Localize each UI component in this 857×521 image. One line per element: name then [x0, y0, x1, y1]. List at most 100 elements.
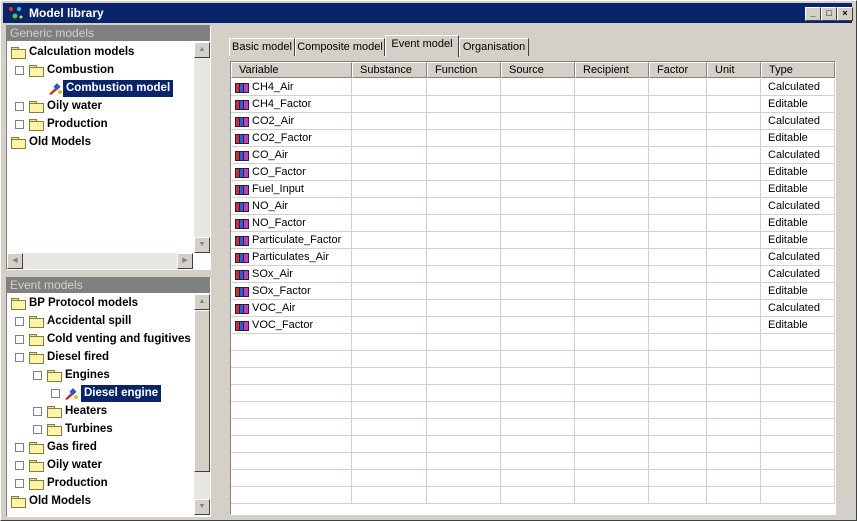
table-cell[interactable]	[575, 79, 649, 96]
type-cell[interactable]: Calculated	[761, 300, 835, 317]
tree-node[interactable]: Oily water	[7, 98, 194, 115]
table-row[interactable]: CO_Air Calculated	[231, 147, 835, 164]
type-cell[interactable]: Editable	[761, 215, 835, 232]
column-header-recipient[interactable]: Recipient	[575, 62, 649, 78]
table-cell[interactable]	[427, 249, 501, 266]
table-cell[interactable]	[352, 300, 427, 317]
table-cell[interactable]	[649, 249, 707, 266]
table-row[interactable]: Particulate_Factor Editable	[231, 232, 835, 249]
table-row[interactable]: CO_Factor Editable	[231, 164, 835, 181]
table-cell[interactable]	[501, 147, 575, 164]
type-cell[interactable]: Calculated	[761, 147, 835, 164]
table-cell[interactable]	[707, 300, 761, 317]
table-cell[interactable]	[707, 79, 761, 96]
table-cell[interactable]	[575, 249, 649, 266]
tree-node[interactable]: Combustion	[7, 62, 194, 79]
table-row[interactable]: NO_Air Calculated	[231, 198, 835, 215]
table-cell[interactable]	[501, 232, 575, 249]
event-vertical-scrollbar[interactable]: ▲ ▼	[194, 294, 210, 515]
table-cell[interactable]	[427, 181, 501, 198]
table-cell[interactable]	[707, 113, 761, 130]
tree-node[interactable]: Cold venting and fugitives	[7, 331, 194, 348]
table-cell[interactable]	[427, 215, 501, 232]
variable-cell[interactable]: NO_Air	[231, 198, 352, 215]
scroll-down-button[interactable]: ▼	[194, 237, 210, 253]
tree-node[interactable]: Diesel engine	[7, 384, 194, 403]
tree-node[interactable]: Engines	[7, 367, 194, 384]
table-cell[interactable]	[501, 215, 575, 232]
variable-cell[interactable]: CH4_Factor	[231, 96, 352, 113]
tree-node[interactable]: Combustion model	[7, 79, 194, 98]
table-cell[interactable]	[649, 113, 707, 130]
table-cell[interactable]	[649, 181, 707, 198]
table-row[interactable]: CO2_Air Calculated	[231, 113, 835, 130]
table-row[interactable]: SOx_Factor Editable	[231, 283, 835, 300]
tree-node[interactable]: Turbines	[7, 421, 194, 438]
table-row[interactable]: Particulates_Air Calculated	[231, 249, 835, 266]
table-cell[interactable]	[575, 181, 649, 198]
table-cell[interactable]	[501, 198, 575, 215]
table-cell[interactable]	[575, 147, 649, 164]
scroll-thumb[interactable]	[194, 310, 210, 472]
type-cell[interactable]: Calculated	[761, 198, 835, 215]
column-header-type[interactable]: Type	[761, 62, 835, 78]
table-row[interactable]: VOC_Air Calculated	[231, 300, 835, 317]
type-cell[interactable]: Editable	[761, 130, 835, 147]
table-cell[interactable]	[575, 317, 649, 334]
table-cell[interactable]	[501, 249, 575, 266]
table-cell[interactable]	[575, 215, 649, 232]
tree-node[interactable]: Old Models	[7, 134, 194, 151]
expand-icon[interactable]	[33, 425, 42, 434]
table-cell[interactable]	[352, 266, 427, 283]
table-cell[interactable]	[707, 283, 761, 300]
tree-node[interactable]: Diesel fired	[7, 349, 194, 366]
column-header-variable[interactable]: Variable	[231, 62, 352, 78]
table-cell[interactable]	[427, 79, 501, 96]
expand-icon[interactable]	[15, 479, 24, 488]
type-cell[interactable]: Editable	[761, 96, 835, 113]
table-cell[interactable]	[575, 300, 649, 317]
table-cell[interactable]	[649, 232, 707, 249]
table-cell[interactable]	[501, 300, 575, 317]
table-cell[interactable]	[575, 266, 649, 283]
tree-node[interactable]: Oily water	[7, 457, 194, 474]
variable-cell[interactable]: CO_Air	[231, 147, 352, 164]
table-cell[interactable]	[501, 266, 575, 283]
type-cell[interactable]: Calculated	[761, 79, 835, 96]
expand-icon[interactable]	[33, 407, 42, 416]
table-cell[interactable]	[649, 283, 707, 300]
table-cell[interactable]	[501, 79, 575, 96]
table-cell[interactable]	[707, 198, 761, 215]
tab-event-model[interactable]: Event model	[385, 35, 459, 57]
table-cell[interactable]	[427, 130, 501, 147]
expand-icon[interactable]	[15, 461, 24, 470]
variable-cell[interactable]: VOC_Factor	[231, 317, 352, 334]
table-cell[interactable]	[649, 300, 707, 317]
table-row[interactable]: NO_Factor Editable	[231, 215, 835, 232]
table-cell[interactable]	[352, 147, 427, 164]
expand-icon[interactable]	[15, 335, 24, 344]
table-cell[interactable]	[427, 266, 501, 283]
table-cell[interactable]	[352, 215, 427, 232]
type-cell[interactable]: Calculated	[761, 113, 835, 130]
column-header-source[interactable]: Source	[501, 62, 575, 78]
tab-composite-model[interactable]: Composite model	[295, 38, 385, 56]
close-button[interactable]: ×	[837, 7, 853, 21]
column-header-function[interactable]: Function	[427, 62, 501, 78]
table-cell[interactable]	[707, 147, 761, 164]
table-cell[interactable]	[575, 283, 649, 300]
table-cell[interactable]	[427, 317, 501, 334]
table-row[interactable]: CH4_Factor Editable	[231, 96, 835, 113]
collapse-icon[interactable]	[33, 371, 42, 380]
table-cell[interactable]	[575, 96, 649, 113]
table-cell[interactable]	[427, 232, 501, 249]
variable-cell[interactable]: Particulates_Air	[231, 249, 352, 266]
table-cell[interactable]	[427, 96, 501, 113]
variable-cell[interactable]: SOx_Factor	[231, 283, 352, 300]
tree-node[interactable]: Production	[7, 116, 194, 133]
collapse-icon[interactable]	[15, 66, 24, 75]
table-cell[interactable]	[501, 113, 575, 130]
variable-cell[interactable]: Particulate_Factor	[231, 232, 352, 249]
table-cell[interactable]	[649, 96, 707, 113]
table-cell[interactable]	[707, 232, 761, 249]
